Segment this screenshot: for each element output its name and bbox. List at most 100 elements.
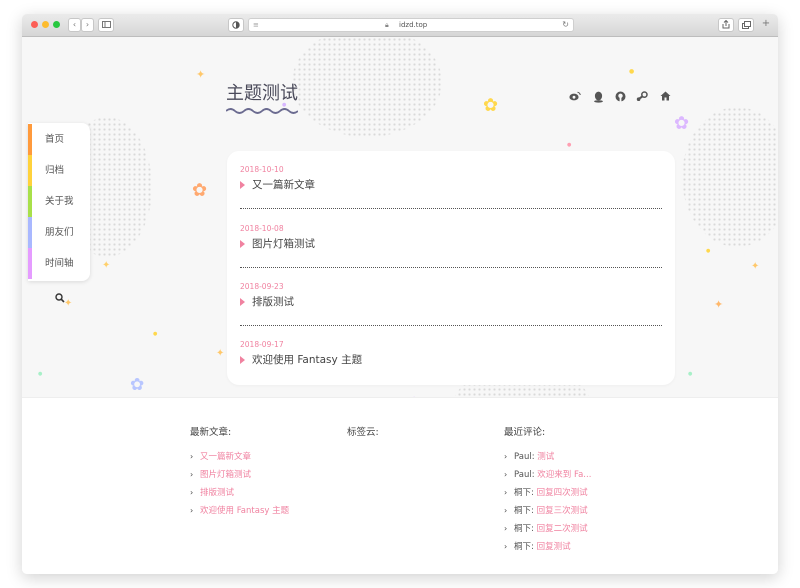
back-button[interactable]: ‹ — [68, 18, 81, 32]
post-date: 2018-09-17 — [240, 340, 284, 349]
sidebar-icon — [101, 21, 111, 28]
widget-heading: 标签云: — [347, 427, 379, 438]
dot-icon: ● — [629, 68, 635, 75]
latest-post-link[interactable]: › 欢迎使用 Fantasy 主题 — [190, 502, 289, 520]
github-icon[interactable] — [613, 91, 627, 105]
chevron-right-icon: › — [190, 452, 194, 461]
share-button[interactable] — [718, 18, 734, 32]
forward-button[interactable]: › — [81, 18, 94, 32]
reader-icon[interactable]: ≡ — [253, 19, 259, 31]
nav-item-friends[interactable]: 朋友们 — [28, 217, 90, 248]
sparkle-icon: ✦ — [196, 68, 206, 81]
comment-link[interactable]: 回复四次测试 — [537, 488, 588, 498]
comment-item: › Paul: 测试 — [504, 448, 591, 466]
latest-posts-widget: 最新文章: › 又一篇新文章 › 图片灯箱测试 › 排版测试 › 欢迎使用 Fantas… — [190, 424, 289, 520]
comment-author: 桐下: — [514, 506, 534, 516]
sparkle-icon: ✦ — [714, 298, 724, 311]
chevron-right-icon: › — [190, 506, 194, 515]
caret-right-icon — [240, 181, 245, 189]
steam-icon[interactable] — [635, 91, 649, 105]
link-text: 欢迎使用 Fantasy 主题 — [200, 506, 290, 516]
comment-item: › 桐下: 回复四次测试 — [504, 484, 591, 502]
nav-item-label: 首页 — [45, 134, 65, 145]
chevron-right-icon: › — [190, 470, 194, 479]
search-button[interactable] — [55, 293, 65, 306]
comment-link[interactable]: 测试 — [537, 452, 554, 462]
latest-post-link[interactable]: › 排版测试 — [190, 484, 289, 502]
post-title-link[interactable]: 排版测试 — [240, 293, 662, 311]
page: ✿ ✿ ✿ ✿ ✦ ✦ ✦ ✦ ✦ ✦ ● ● ● ● ● ● ● ● 主题测试 — [22, 37, 778, 574]
tabs-button[interactable] — [738, 18, 754, 32]
post-item: 2018-09-23 排版测试 — [240, 281, 662, 326]
chevron-right-icon: › — [504, 506, 508, 515]
tag-cloud-widget: 标签云: — [347, 424, 379, 448]
comment-author: Paul: — [514, 470, 535, 480]
zoom-window-button[interactable] — [53, 21, 60, 28]
privacy-button[interactable] — [228, 18, 244, 32]
comment-link[interactable]: 回复测试 — [537, 542, 571, 552]
post-item: 2018-10-08 图片灯箱测试 — [240, 223, 662, 268]
caret-right-icon — [240, 240, 245, 248]
flower-icon: ✿ — [483, 95, 499, 116]
post-title-link[interactable]: 又一篇新文章 — [240, 176, 662, 194]
chevron-left-icon: ‹ — [72, 20, 77, 29]
home-icon[interactable] — [658, 91, 672, 105]
post-title-link[interactable]: 图片灯箱测试 — [240, 235, 662, 253]
recent-comments-widget: 最近评论: › Paul: 测试 › Paul: 欢迎来到 Fa... › 桐下: 回… — [504, 424, 591, 556]
reload-icon[interactable]: ↻ — [562, 19, 569, 31]
nav-item-home[interactable]: 首页 — [28, 124, 90, 155]
shield-icon — [232, 21, 240, 29]
dot-icon: ● — [688, 371, 693, 377]
new-tab-button[interactable]: + — [760, 18, 772, 30]
comment-item: › 桐下: 回复三次测试 — [504, 502, 591, 520]
chevron-right-icon: › — [504, 524, 508, 533]
dot-icon: ● — [706, 248, 711, 254]
url-text: idzd.top — [399, 21, 428, 29]
post-title-link[interactable]: 欢迎使用 Fantasy 主题 — [240, 351, 662, 369]
post-title: 又一篇新文章 — [252, 179, 315, 191]
nav-item-label: 朋友们 — [45, 227, 74, 238]
nav-item-about[interactable]: 关于我 — [28, 186, 90, 217]
divider — [240, 267, 662, 268]
sidebar-toggle-button[interactable] — [98, 18, 114, 32]
comment-link[interactable]: 回复三次测试 — [537, 506, 588, 516]
qq-icon[interactable] — [591, 91, 605, 105]
post-date: 2018-09-23 — [240, 282, 284, 291]
nav-item-archive[interactable]: 归档 — [28, 155, 90, 186]
divider — [240, 325, 662, 326]
comment-link[interactable]: 回复二次测试 — [537, 524, 588, 534]
flower-icon: ✿ — [130, 375, 145, 395]
footer-widgets: 最新文章: › 又一篇新文章 › 图片灯箱测试 › 排版测试 › 欢迎使用 Fantas… — [22, 397, 778, 574]
nav-color-bar — [28, 155, 32, 186]
chevron-right-icon: › — [190, 488, 194, 497]
nav-color-bar — [28, 248, 32, 279]
dot-icon: ● — [567, 142, 572, 148]
latest-post-link[interactable]: › 图片灯箱测试 — [190, 466, 289, 484]
address-bar[interactable]: ≡ 🔒︎ idzd.top ↻ — [248, 18, 574, 32]
nav-item-label: 关于我 — [45, 196, 74, 207]
comment-author: Paul: — [514, 452, 535, 462]
nav-color-bar — [28, 217, 32, 248]
browser-toolbar: ‹ › ≡ 🔒︎ idzd.top ↻ + — [22, 14, 778, 37]
minimize-window-button[interactable] — [42, 21, 49, 28]
dotted-pattern — [292, 37, 442, 137]
comment-item: › Paul: 欢迎来到 Fa... — [504, 466, 591, 484]
chevron-right-icon: › — [85, 20, 90, 29]
latest-post-link[interactable]: › 又一篇新文章 — [190, 448, 289, 466]
search-icon — [55, 293, 65, 303]
chevron-right-icon: › — [504, 452, 508, 461]
close-window-button[interactable] — [31, 21, 38, 28]
site-title[interactable]: 主题测试 — [226, 79, 298, 105]
lock-icon: 🔒︎ — [385, 21, 389, 29]
browser-window: ‹ › ≡ 🔒︎ idzd.top ↻ + ✿ ✿ ✿ ✿ ✦ ✦ ✦ ✦ ✦ … — [22, 14, 778, 574]
sparkle-icon: ✦ — [751, 261, 760, 272]
hero-area: ✿ ✿ ✿ ✿ ✦ ✦ ✦ ✦ ✦ ✦ ● ● ● ● ● ● ● ● 主题测试 — [22, 37, 778, 397]
sparkle-icon: ✦ — [102, 260, 111, 271]
weibo-icon[interactable] — [568, 91, 582, 105]
comment-link[interactable]: 欢迎来到 Fa... — [537, 470, 591, 480]
chevron-right-icon: › — [504, 470, 508, 479]
nav-item-label: 时间轴 — [45, 258, 74, 269]
sparkle-icon: ✦ — [216, 348, 225, 359]
nav-item-timeline[interactable]: 时间轴 — [28, 248, 90, 279]
link-text: 排版测试 — [200, 488, 235, 498]
